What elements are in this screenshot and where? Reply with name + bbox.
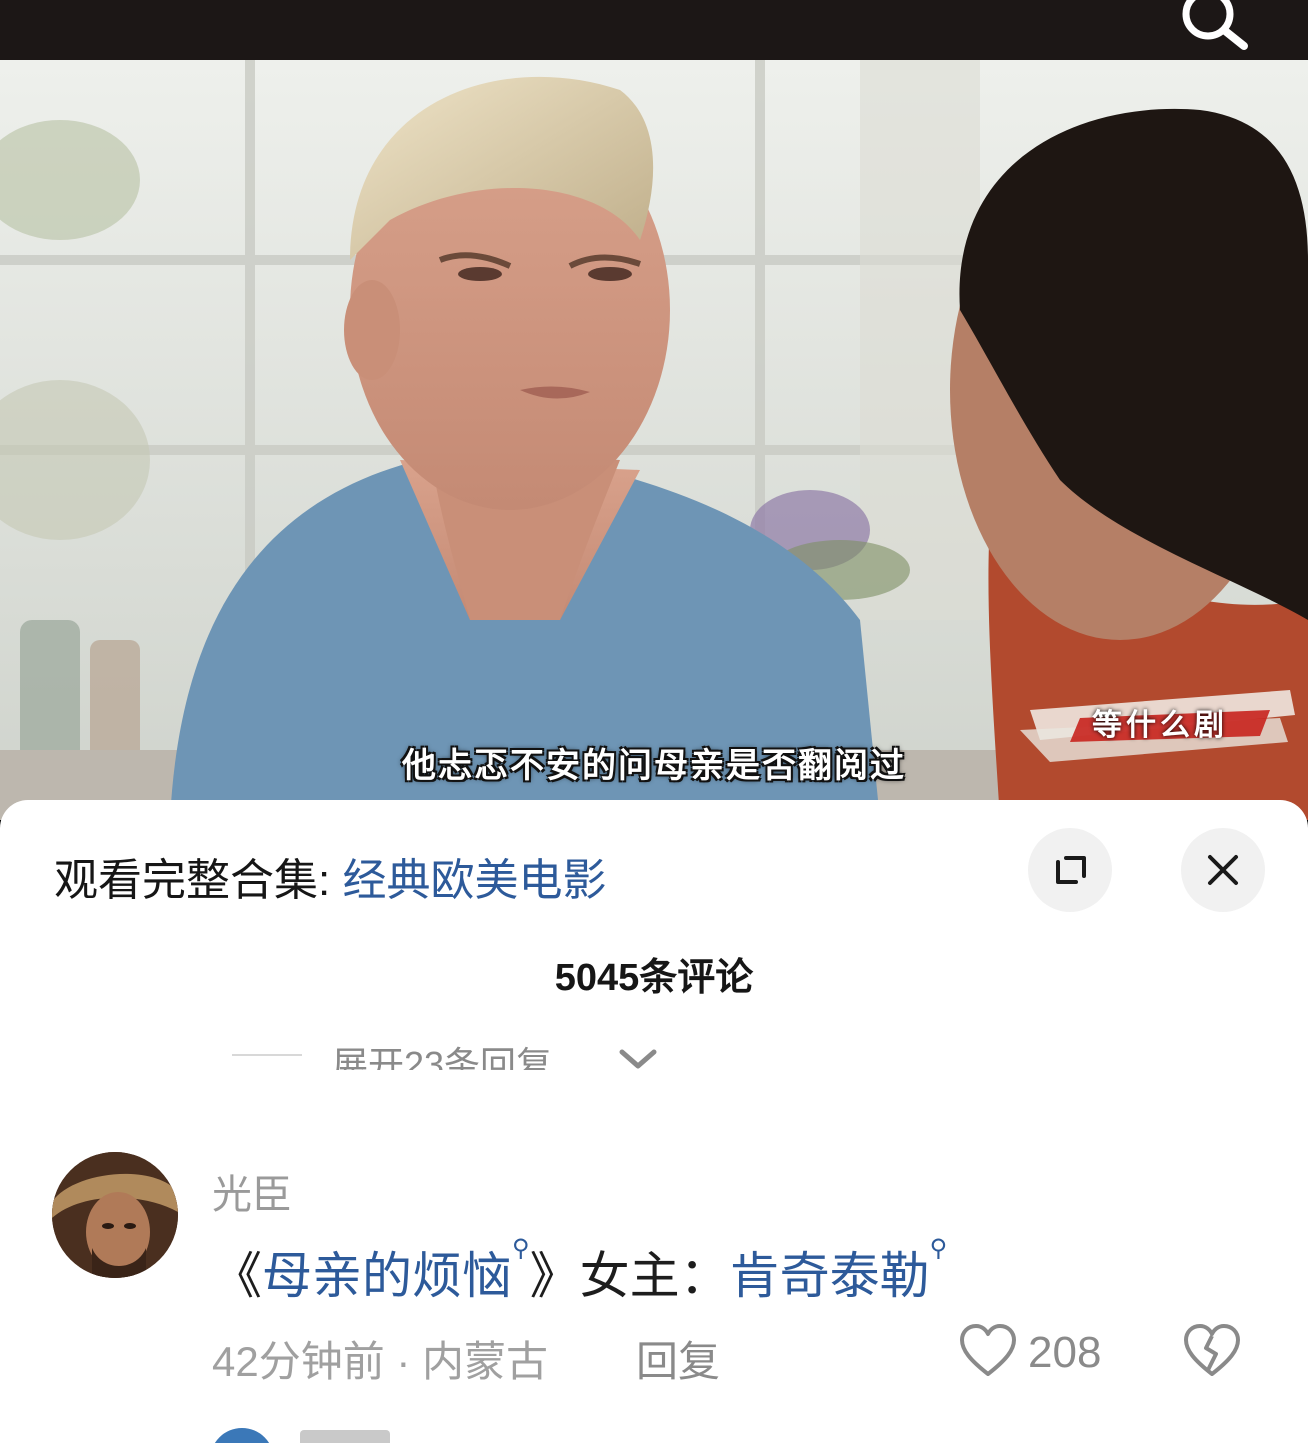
search-hint-icon: ⚲ xyxy=(512,1235,530,1262)
movie-title-link[interactable]: 母亲的烦恼 xyxy=(262,1248,512,1304)
like-button[interactable]: 208 xyxy=(958,1322,1128,1382)
expand-button[interactable] xyxy=(1028,828,1112,912)
top-bar xyxy=(0,0,1308,60)
heart-icon xyxy=(960,1324,1016,1376)
search-icon xyxy=(1182,0,1248,50)
avatar-image xyxy=(52,1152,178,1278)
open-quote: 《 xyxy=(212,1248,262,1304)
close-quote: 》 xyxy=(529,1248,580,1304)
comment-sheet: 观看完整合集: 经典欧美电影 5045条评论 展开23条回复 光臣 《母亲的烦恼… xyxy=(0,800,1308,1443)
next-comment-avatar[interactable] xyxy=(210,1428,274,1443)
close-button[interactable] xyxy=(1181,828,1265,912)
divider xyxy=(232,1054,302,1056)
reply-button[interactable]: 回复 xyxy=(636,1328,720,1389)
video-player[interactable]: 等什么剧 他忐忑不安的问母亲是否翻阅过 xyxy=(0,60,1308,820)
search-hint-icon: ⚲ xyxy=(929,1235,948,1262)
collection-link[interactable]: 经典欧美电影 xyxy=(342,856,606,905)
next-comment-username xyxy=(300,1426,410,1443)
comment-body: 《母亲的烦恼⚲》女主：肯奇泰勒⚲ xyxy=(212,1235,948,1308)
chevron-down-icon xyxy=(619,1049,657,1069)
expand-icon xyxy=(1056,856,1086,884)
avatar[interactable] xyxy=(52,1152,178,1278)
broken-heart-icon xyxy=(1184,1324,1240,1376)
actress-link[interactable]: 肯奇泰勒 xyxy=(730,1248,930,1304)
comment-middle-text: 女主： xyxy=(579,1248,730,1304)
comment-count: 5045条评论 xyxy=(554,957,754,999)
expand-replies-button[interactable]: 展开23条回复 xyxy=(232,1020,692,1070)
comment-meta: 42分钟前 · 内蒙古 xyxy=(212,1338,549,1385)
collection-row[interactable]: 观看完整合集: 经典欧美电影 xyxy=(54,844,606,908)
collection-prefix: 观看完整合集: xyxy=(54,856,343,905)
comment-username[interactable]: 光臣 xyxy=(212,1162,292,1220)
search-button[interactable] xyxy=(1172,0,1256,52)
video-subtitle: 他忐忑不安的问母亲是否翻阅过 xyxy=(402,746,906,786)
expand-replies-label: 展开23条回复 xyxy=(332,1044,553,1070)
dislike-button[interactable] xyxy=(1182,1322,1242,1382)
close-icon xyxy=(1208,855,1238,885)
like-count: 208 xyxy=(1028,1328,1102,1377)
